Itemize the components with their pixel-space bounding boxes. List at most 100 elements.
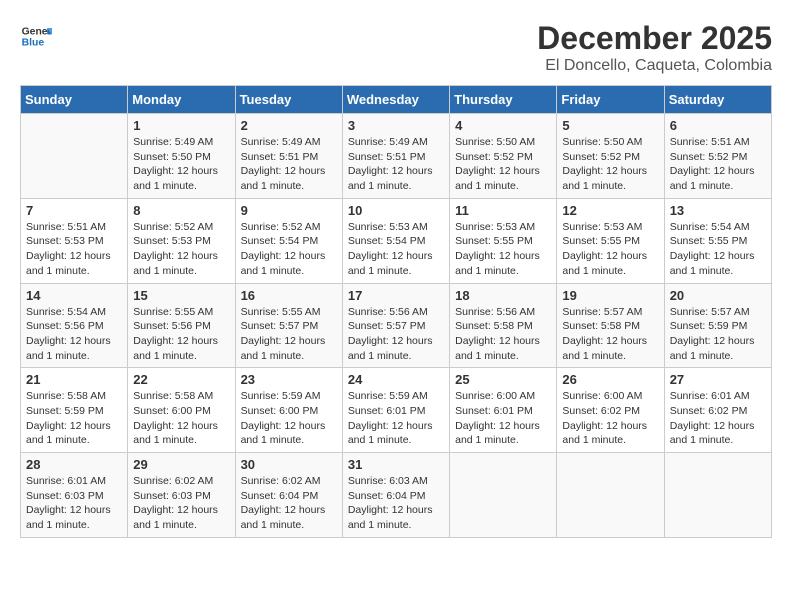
day-header-thursday: Thursday (450, 86, 557, 114)
day-number: 3 (348, 118, 444, 133)
day-info: Sunrise: 5:54 AM Sunset: 5:56 PM Dayligh… (26, 305, 122, 364)
calendar-day: 20 Sunrise: 5:57 AM Sunset: 5:59 PM Dayli… (664, 283, 771, 368)
day-number: 31 (348, 457, 444, 472)
day-number: 16 (241, 288, 337, 303)
calendar-day: 25 Sunrise: 6:00 AM Sunset: 6:01 PM Dayli… (450, 368, 557, 453)
calendar-day: 11 Sunrise: 5:53 AM Sunset: 5:55 PM Dayli… (450, 198, 557, 283)
calendar-day: 24 Sunrise: 5:59 AM Sunset: 6:01 PM Dayli… (342, 368, 449, 453)
day-info: Sunrise: 5:56 AM Sunset: 5:58 PM Dayligh… (455, 305, 551, 364)
day-info: Sunrise: 6:02 AM Sunset: 6:04 PM Dayligh… (241, 474, 337, 533)
calendar-day: 1 Sunrise: 5:49 AM Sunset: 5:50 PM Daylig… (128, 114, 235, 199)
day-info: Sunrise: 5:51 AM Sunset: 5:53 PM Dayligh… (26, 220, 122, 279)
day-info: Sunrise: 5:58 AM Sunset: 5:59 PM Dayligh… (26, 389, 122, 448)
day-number: 29 (133, 457, 229, 472)
location-subtitle: El Doncello, Caqueta, Colombia (537, 57, 772, 75)
page-header: General Blue December 2025 El Doncello, … (20, 20, 772, 75)
calendar-week-5: 28 Sunrise: 6:01 AM Sunset: 6:03 PM Dayli… (21, 453, 772, 538)
day-info: Sunrise: 5:57 AM Sunset: 5:58 PM Dayligh… (562, 305, 658, 364)
day-info: Sunrise: 5:53 AM Sunset: 5:55 PM Dayligh… (455, 220, 551, 279)
day-header-tuesday: Tuesday (235, 86, 342, 114)
day-info: Sunrise: 6:00 AM Sunset: 6:02 PM Dayligh… (562, 389, 658, 448)
calendar-week-2: 7 Sunrise: 5:51 AM Sunset: 5:53 PM Daylig… (21, 198, 772, 283)
day-info: Sunrise: 5:53 AM Sunset: 5:55 PM Dayligh… (562, 220, 658, 279)
day-number: 14 (26, 288, 122, 303)
day-number: 17 (348, 288, 444, 303)
day-number: 22 (133, 372, 229, 387)
logo: General Blue (20, 20, 52, 52)
calendar-week-3: 14 Sunrise: 5:54 AM Sunset: 5:56 PM Dayli… (21, 283, 772, 368)
calendar-day: 29 Sunrise: 6:02 AM Sunset: 6:03 PM Dayli… (128, 453, 235, 538)
day-number: 12 (562, 203, 658, 218)
day-info: Sunrise: 6:02 AM Sunset: 6:03 PM Dayligh… (133, 474, 229, 533)
day-number: 28 (26, 457, 122, 472)
day-info: Sunrise: 6:01 AM Sunset: 6:02 PM Dayligh… (670, 389, 766, 448)
calendar-day: 9Sunrise: 5:52 AM Sunset: 5:54 PM Daylig… (235, 198, 342, 283)
day-info: Sunrise: 5:59 AM Sunset: 6:01 PM Dayligh… (348, 389, 444, 448)
day-header-saturday: Saturday (664, 86, 771, 114)
calendar-day: 18 Sunrise: 5:56 AM Sunset: 5:58 PM Dayli… (450, 283, 557, 368)
month-title: December 2025 (537, 20, 772, 57)
day-number: 7 (26, 203, 122, 218)
calendar-day: 5Sunrise: 5:50 AM Sunset: 5:52 PM Daylig… (557, 114, 664, 199)
calendar-day: 3 Sunrise: 5:49 AM Sunset: 5:51 PM Daylig… (342, 114, 449, 199)
calendar-day: 30Sunrise: 6:02 AM Sunset: 6:04 PM Dayli… (235, 453, 342, 538)
calendar-day: 27 Sunrise: 6:01 AM Sunset: 6:02 PM Dayli… (664, 368, 771, 453)
day-info: Sunrise: 5:49 AM Sunset: 5:51 PM Dayligh… (241, 135, 337, 194)
day-number: 19 (562, 288, 658, 303)
calendar-day: 2Sunrise: 5:49 AM Sunset: 5:51 PM Daylig… (235, 114, 342, 199)
calendar-day: 21 Sunrise: 5:58 AM Sunset: 5:59 PM Dayli… (21, 368, 128, 453)
calendar-day (450, 453, 557, 538)
logo-icon: General Blue (20, 20, 52, 52)
calendar-day: 19 Sunrise: 5:57 AM Sunset: 5:58 PM Dayli… (557, 283, 664, 368)
day-number: 24 (348, 372, 444, 387)
day-number: 13 (670, 203, 766, 218)
day-info: Sunrise: 5:49 AM Sunset: 5:51 PM Dayligh… (348, 135, 444, 194)
calendar-day: 17 Sunrise: 5:56 AM Sunset: 5:57 PM Dayli… (342, 283, 449, 368)
calendar-day: 4Sunrise: 5:50 AM Sunset: 5:52 PM Daylig… (450, 114, 557, 199)
day-number: 18 (455, 288, 551, 303)
day-number: 10 (348, 203, 444, 218)
calendar-week-4: 21 Sunrise: 5:58 AM Sunset: 5:59 PM Dayli… (21, 368, 772, 453)
day-number: 11 (455, 203, 551, 218)
day-info: Sunrise: 5:53 AM Sunset: 5:54 PM Dayligh… (348, 220, 444, 279)
day-info: Sunrise: 6:00 AM Sunset: 6:01 PM Dayligh… (455, 389, 551, 448)
day-info: Sunrise: 5:52 AM Sunset: 5:53 PM Dayligh… (133, 220, 229, 279)
day-info: Sunrise: 5:57 AM Sunset: 5:59 PM Dayligh… (670, 305, 766, 364)
calendar-day: 6Sunrise: 5:51 AM Sunset: 5:52 PM Daylig… (664, 114, 771, 199)
calendar-day: 10 Sunrise: 5:53 AM Sunset: 5:54 PM Dayli… (342, 198, 449, 283)
day-header-friday: Friday (557, 86, 664, 114)
calendar-day: 15 Sunrise: 5:55 AM Sunset: 5:56 PM Dayli… (128, 283, 235, 368)
calendar-day: 13 Sunrise: 5:54 AM Sunset: 5:55 PM Dayli… (664, 198, 771, 283)
calendar-day: 31 Sunrise: 6:03 AM Sunset: 6:04 PM Dayli… (342, 453, 449, 538)
day-number: 25 (455, 372, 551, 387)
calendar-day (557, 453, 664, 538)
day-info: Sunrise: 5:54 AM Sunset: 5:55 PM Dayligh… (670, 220, 766, 279)
day-number: 1 (133, 118, 229, 133)
day-header-monday: Monday (128, 86, 235, 114)
day-header-wednesday: Wednesday (342, 86, 449, 114)
day-info: Sunrise: 6:03 AM Sunset: 6:04 PM Dayligh… (348, 474, 444, 533)
day-number: 8 (133, 203, 229, 218)
title-block: December 2025 El Doncello, Caqueta, Colo… (537, 20, 772, 75)
day-info: Sunrise: 5:49 AM Sunset: 5:50 PM Dayligh… (133, 135, 229, 194)
calendar-day (21, 114, 128, 199)
day-number: 27 (670, 372, 766, 387)
day-number: 9 (241, 203, 337, 218)
calendar-day: 8 Sunrise: 5:52 AM Sunset: 5:53 PM Daylig… (128, 198, 235, 283)
day-header-sunday: Sunday (21, 86, 128, 114)
day-number: 15 (133, 288, 229, 303)
day-number: 4 (455, 118, 551, 133)
day-info: Sunrise: 5:56 AM Sunset: 5:57 PM Dayligh… (348, 305, 444, 364)
day-info: Sunrise: 6:01 AM Sunset: 6:03 PM Dayligh… (26, 474, 122, 533)
calendar-day (664, 453, 771, 538)
day-info: Sunrise: 5:55 AM Sunset: 5:57 PM Dayligh… (241, 305, 337, 364)
day-info: Sunrise: 5:58 AM Sunset: 6:00 PM Dayligh… (133, 389, 229, 448)
day-info: Sunrise: 5:50 AM Sunset: 5:52 PM Dayligh… (562, 135, 658, 194)
calendar-day: 22 Sunrise: 5:58 AM Sunset: 6:00 PM Dayli… (128, 368, 235, 453)
day-number: 21 (26, 372, 122, 387)
calendar-day: 7 Sunrise: 5:51 AM Sunset: 5:53 PM Daylig… (21, 198, 128, 283)
calendar-day: 12 Sunrise: 5:53 AM Sunset: 5:55 PM Dayli… (557, 198, 664, 283)
day-info: Sunrise: 5:55 AM Sunset: 5:56 PM Dayligh… (133, 305, 229, 364)
day-number: 20 (670, 288, 766, 303)
calendar-week-1: 1 Sunrise: 5:49 AM Sunset: 5:50 PM Daylig… (21, 114, 772, 199)
